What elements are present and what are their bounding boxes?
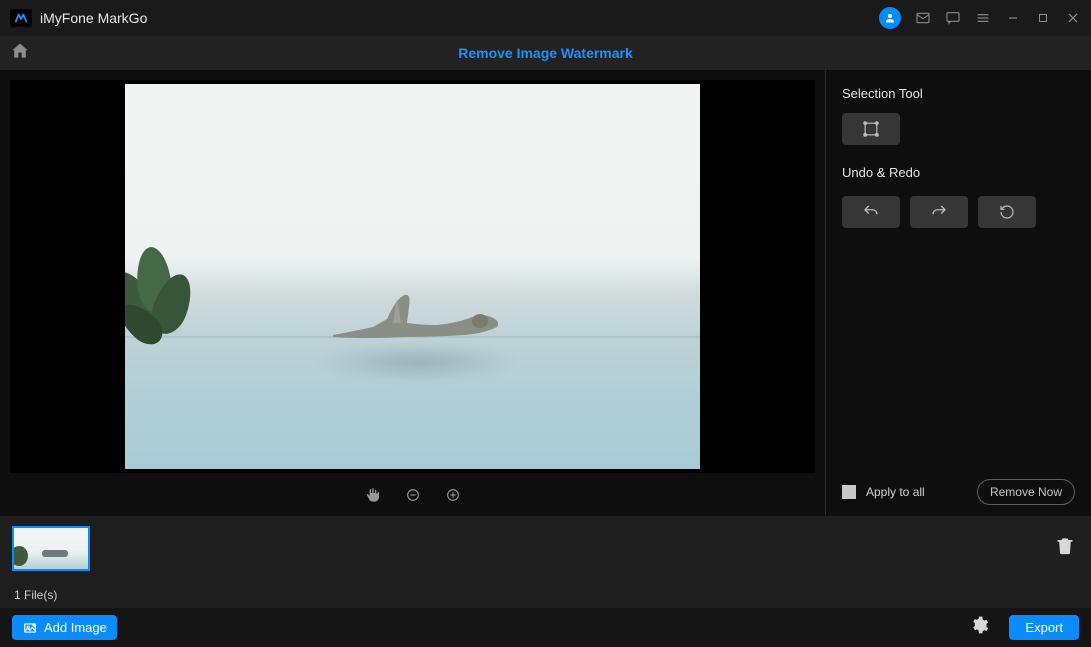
add-image-button[interactable]: Add Image — [12, 615, 117, 640]
undo-button[interactable] — [842, 196, 900, 228]
zoom-out-icon[interactable] — [404, 486, 422, 504]
zoom-in-icon[interactable] — [444, 486, 462, 504]
selection-tool-label: Selection Tool — [842, 86, 1075, 101]
undo-redo-label: Undo & Redo — [842, 165, 1075, 180]
rectangle-select-button[interactable] — [842, 113, 900, 145]
image-canvas[interactable] — [10, 80, 815, 473]
app-title: iMyFone MarkGo — [40, 10, 147, 26]
footer: Add Image Export — [0, 608, 1091, 647]
menu-icon[interactable] — [975, 10, 991, 26]
app-logo — [10, 9, 32, 27]
page-title: Remove Image Watermark — [458, 45, 633, 61]
maximize-icon[interactable] — [1035, 10, 1051, 26]
minimize-icon[interactable] — [1005, 10, 1021, 26]
account-icon[interactable] — [879, 7, 901, 29]
apply-to-all-label: Apply to all — [866, 485, 967, 499]
subheader: Remove Image Watermark — [0, 36, 1091, 70]
home-icon[interactable] — [10, 41, 30, 66]
settings-icon[interactable] — [969, 615, 989, 640]
apply-to-all-checkbox[interactable] — [842, 485, 856, 499]
loaded-image — [125, 84, 700, 469]
remove-now-button[interactable]: Remove Now — [977, 479, 1075, 505]
right-panel: Selection Tool Undo & Redo Apply to all … — [826, 70, 1091, 515]
add-image-label: Add Image — [44, 620, 107, 635]
delete-icon[interactable] — [1055, 534, 1075, 561]
thumbnail-strip: 1 File(s) — [0, 515, 1091, 608]
file-count-label: 1 File(s) — [14, 588, 57, 602]
titlebar: iMyFone MarkGo — [0, 0, 1091, 36]
close-icon[interactable] — [1065, 10, 1081, 26]
mail-icon[interactable] — [915, 10, 931, 26]
reset-button[interactable] — [978, 196, 1036, 228]
export-button[interactable]: Export — [1009, 615, 1079, 640]
redo-button[interactable] — [910, 196, 968, 228]
thumbnail-item[interactable] — [12, 526, 90, 571]
feedback-icon[interactable] — [945, 10, 961, 26]
canvas-toolbar — [0, 479, 825, 511]
canvas-area — [0, 70, 825, 473]
pan-tool-icon[interactable] — [364, 486, 382, 504]
